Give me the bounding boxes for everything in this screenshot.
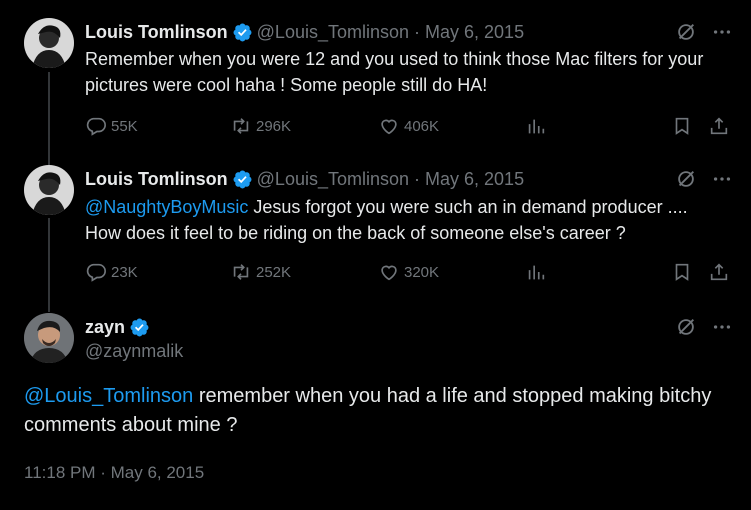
tweet-top-actions [675, 168, 733, 190]
tweet-text: @Louis_Tomlinson remember when you had a… [24, 382, 724, 440]
tweet-actions: 55K 296K 406K [85, 114, 735, 138]
like-icon [381, 265, 397, 281]
more-icon[interactable] [711, 316, 733, 338]
like-button[interactable]: 406K [378, 114, 439, 138]
verified-badge-icon [232, 22, 253, 43]
tweet-text: @NaughtyBoyMusic Jesus forgot you were s… [85, 194, 725, 246]
reply-icon [86, 263, 106, 282]
share-icon [710, 117, 728, 135]
avatar[interactable] [24, 165, 74, 215]
reply-count: 55K [111, 117, 138, 135]
analytics-icon [528, 119, 545, 134]
reply-button[interactable]: 23K [85, 260, 138, 284]
author-name[interactable]: zayn [85, 317, 125, 338]
retweet-button[interactable]: 252K [230, 260, 291, 284]
more-icon[interactable] [711, 168, 733, 190]
tweet[interactable]: Louis Tomlinson @Louis_Tomlinson · May 6… [0, 0, 751, 160]
tweet-timestamp[interactable]: 11:18 PM · May 6, 2015 [24, 463, 204, 483]
reply-button[interactable]: 55K [85, 114, 138, 138]
bookmark-icon [675, 117, 689, 135]
tweet-date[interactable]: May 6, 2015 [425, 22, 524, 43]
author-handle-row: @zaynmalik [85, 339, 183, 363]
retweet-icon [233, 118, 249, 134]
like-icon [381, 119, 397, 135]
retweet-count: 252K [256, 263, 292, 281]
author-handle[interactable]: @Louis_Tomlinson [257, 169, 409, 190]
reply-icon [86, 117, 106, 136]
mention-link[interactable]: @Louis_Tomlinson [24, 385, 193, 407]
like-button[interactable]: 320K [378, 260, 439, 284]
share-button[interactable] [708, 260, 734, 284]
grok-icon[interactable] [675, 316, 697, 338]
tweet-date[interactable]: May 6, 2015 [425, 169, 524, 190]
separator: · [414, 21, 421, 42]
tweet-text: Remember when you were 12 and you used t… [85, 49, 704, 95]
like-count: 406K [404, 117, 440, 135]
author-handle[interactable]: @zaynmalik [85, 341, 183, 362]
retweet-icon [233, 264, 249, 280]
tweet[interactable]: Louis Tomlinson @Louis_Tomlinson · May 6… [0, 146, 751, 306]
analytics-button[interactable] [525, 260, 551, 284]
analytics-button[interactable] [525, 114, 551, 138]
retweet-count: 296K [256, 117, 292, 135]
tweet-actions: 23K 252K 320K [85, 260, 735, 284]
more-icon[interactable] [711, 21, 733, 43]
tweet-header: zayn [85, 315, 150, 339]
verified-badge-icon [232, 169, 253, 190]
share-button[interactable] [708, 114, 734, 138]
main-tweet[interactable]: zayn @zaynmalik @Louis_Tomlinson remembe… [0, 300, 751, 510]
avatar[interactable] [24, 313, 74, 363]
author-name[interactable]: Louis Tomlinson [85, 169, 228, 190]
share-icon [710, 263, 728, 281]
author-handle[interactable]: @Louis_Tomlinson [257, 22, 409, 43]
author-name[interactable]: Louis Tomlinson [85, 22, 228, 43]
like-count: 320K [404, 263, 440, 281]
bookmark-icon [675, 263, 689, 281]
bookmark-button[interactable] [671, 260, 697, 284]
grok-icon[interactable] [675, 21, 697, 43]
tweet-header: Louis Tomlinson @Louis_Tomlinson · May 6… [85, 20, 524, 44]
separator: · [414, 168, 421, 189]
analytics-icon [528, 265, 545, 280]
tweet-top-actions [675, 21, 733, 43]
reply-count: 23K [111, 263, 138, 281]
mention-link[interactable]: @NaughtyBoyMusic [85, 197, 248, 217]
tweet-top-actions [675, 316, 733, 338]
tweet-header: Louis Tomlinson @Louis_Tomlinson · May 6… [85, 167, 524, 191]
avatar[interactable] [24, 18, 74, 68]
verified-badge-icon [129, 317, 150, 338]
bookmark-button[interactable] [671, 114, 697, 138]
retweet-button[interactable]: 296K [230, 114, 291, 138]
grok-icon[interactable] [675, 168, 697, 190]
